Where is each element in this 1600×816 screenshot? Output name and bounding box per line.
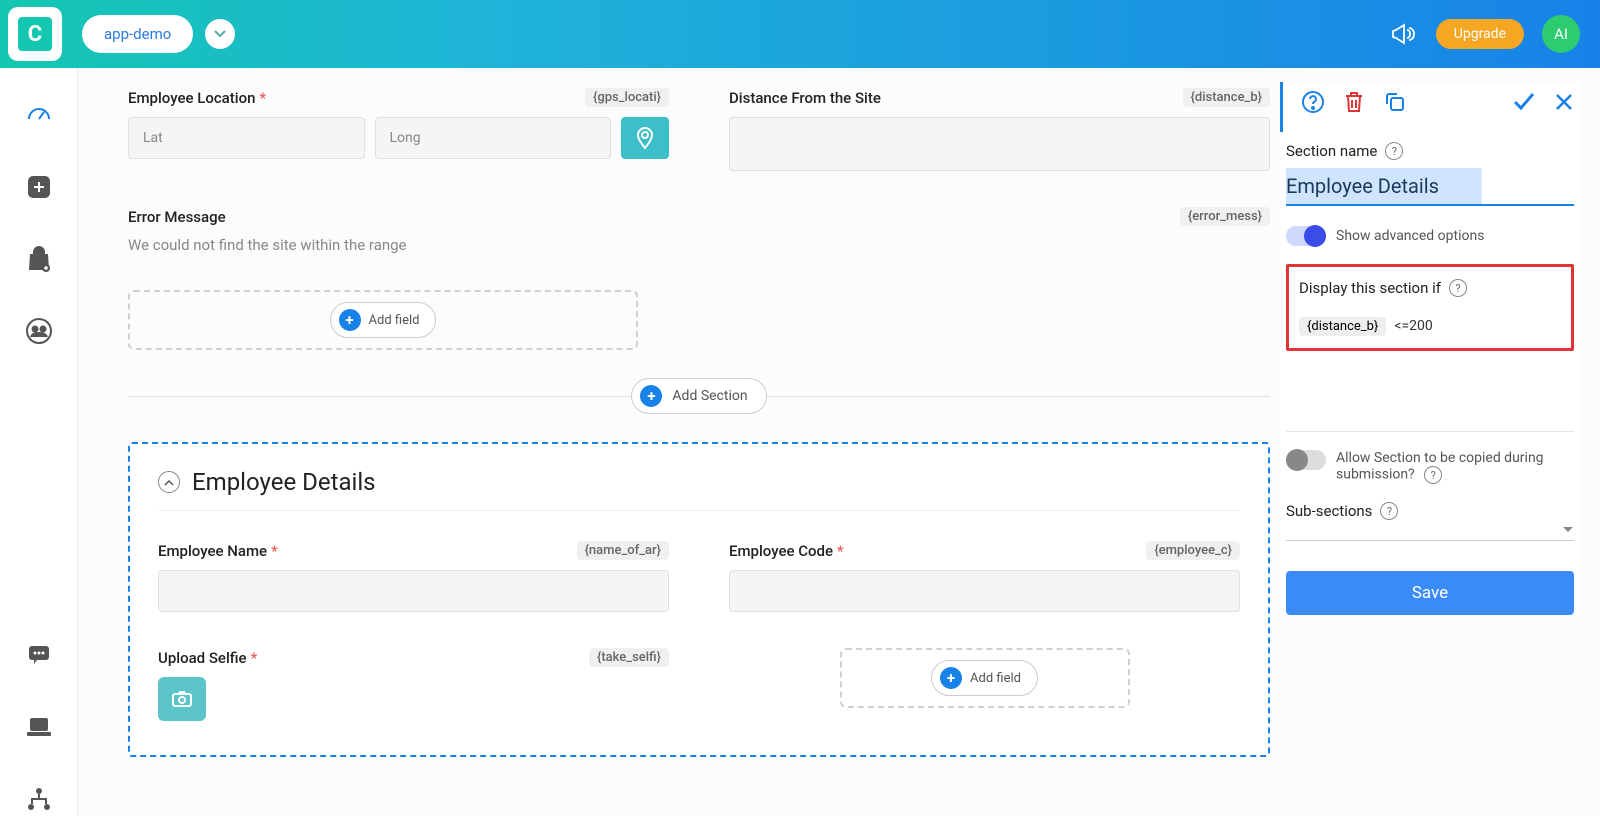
caret-down-icon (1562, 526, 1574, 534)
bag-icon (27, 246, 51, 272)
display-if-label: Display this section if ? (1299, 279, 1561, 297)
close-icon (1554, 92, 1574, 112)
upgrade-button[interactable]: Upgrade (1436, 19, 1524, 49)
help-icon[interactable]: ? (1385, 142, 1403, 160)
error-message-text: We could not find the site within the ra… (128, 236, 1270, 254)
close-button[interactable] (1554, 92, 1574, 112)
add-field-dropzone[interactable]: + Add field (128, 290, 638, 350)
plus-square-icon (26, 174, 52, 200)
save-label: Save (1412, 583, 1448, 603)
pick-location-button[interactable] (621, 117, 669, 159)
field-tag: {distance_b} (1183, 88, 1270, 107)
distance-input[interactable] (729, 117, 1270, 171)
map-pin-icon (635, 126, 655, 150)
field-tag: {gps_locati} (585, 88, 669, 107)
app-logo[interactable]: C (8, 7, 62, 61)
advanced-toggle[interactable] (1286, 226, 1326, 246)
app-header: C app-demo Upgrade AI (0, 0, 1600, 68)
copy-button[interactable] (1383, 90, 1407, 114)
add-field-dropzone[interactable]: + Add field (840, 648, 1130, 708)
add-field-label: Add field (369, 313, 420, 328)
hierarchy-icon (26, 787, 52, 811)
help-icon[interactable]: ? (1380, 502, 1398, 520)
section-name-label: Section name ? (1286, 142, 1574, 160)
announce-icon[interactable] (1390, 23, 1416, 45)
add-section-button[interactable]: + Add Section (631, 378, 766, 414)
chat-icon (27, 644, 51, 666)
plus-icon: + (640, 385, 662, 407)
sidebar-org[interactable] (22, 782, 56, 816)
help-icon[interactable]: ? (1449, 279, 1467, 297)
employee-code-input[interactable] (729, 570, 1240, 612)
field-tag: {take_selfi} (589, 648, 669, 667)
help-icon[interactable]: ? (1424, 466, 1442, 484)
section-name-input[interactable] (1286, 168, 1574, 206)
employee-details-section[interactable]: Employee Details Employee Name* {name_of… (128, 442, 1270, 757)
field-tag: {name_of_ar} (577, 541, 669, 560)
section-header: Employee Details (158, 468, 1240, 511)
camera-button[interactable] (158, 677, 206, 721)
properties-panel: Section name ? Show advanced options Dis… (1280, 82, 1580, 615)
employee-name-label: Employee Name* {name_of_ar} (158, 541, 669, 560)
distance-label: Distance From the Site {distance_b} (729, 88, 1270, 107)
chevron-up-icon (164, 479, 174, 486)
app-name-pill[interactable]: app-demo (82, 15, 193, 53)
upgrade-label: Upgrade (1454, 26, 1506, 42)
employee-location-label: Employee Location* {gps_locati} (128, 88, 669, 107)
camera-icon (171, 690, 193, 708)
condition-variable[interactable]: {distance_b} (1299, 317, 1386, 336)
add-field-label: Add field (970, 671, 1021, 686)
allow-copy-toggle[interactable] (1286, 450, 1326, 470)
condition-expression[interactable]: <=200 (1394, 318, 1432, 334)
check-icon (1512, 92, 1536, 112)
form-builder-canvas: Employee Location* {gps_locati} Distance… (98, 68, 1280, 816)
sidebar-store[interactable] (22, 242, 56, 276)
section-divider: + Add Section (128, 378, 1270, 414)
user-avatar[interactable]: AI (1542, 15, 1580, 53)
sidebar-laptop[interactable] (22, 710, 56, 744)
help-circle-icon (1301, 90, 1325, 114)
save-button[interactable]: Save (1286, 571, 1574, 615)
advanced-label: Show advanced options (1336, 228, 1484, 244)
add-field-button[interactable]: + Add field (330, 302, 437, 338)
field-tag: {employee_c} (1146, 541, 1240, 560)
sub-sections-dropdown[interactable] (1286, 520, 1574, 541)
sidebar-dashboard[interactable] (22, 98, 56, 132)
app-dropdown[interactable] (205, 19, 235, 49)
add-field-button[interactable]: + Add field (931, 660, 1038, 696)
error-message-label: Error Message {error_mess} (128, 207, 1270, 226)
lat-input[interactable] (128, 117, 365, 159)
app-name-label: app-demo (104, 25, 171, 43)
add-section-label: Add Section (672, 388, 747, 404)
trash-icon (1343, 90, 1365, 114)
plus-icon: + (339, 309, 361, 331)
section-title: Employee Details (192, 468, 376, 496)
employee-code-label: Employee Code* {employee_c} (729, 541, 1240, 560)
sidebar-chat[interactable] (22, 638, 56, 672)
laptop-icon (26, 716, 52, 738)
main-area: Employee Location* {gps_locati} Distance… (78, 68, 1600, 816)
left-sidebar (0, 68, 78, 816)
collapse-toggle[interactable] (158, 471, 180, 493)
copy-icon (1383, 90, 1407, 114)
panel-toolbar (1280, 82, 1580, 132)
sidebar-add[interactable] (22, 170, 56, 204)
delete-button[interactable] (1343, 90, 1365, 114)
sub-sections-label: Sub-sections ? (1286, 502, 1574, 520)
plus-icon: + (940, 667, 962, 689)
chevron-down-icon (214, 30, 226, 38)
allow-copy-label: Allow Section to be copied during submis… (1336, 450, 1574, 484)
users-icon (25, 317, 53, 345)
avatar-initials: AI (1554, 25, 1568, 43)
sidebar-users[interactable] (22, 314, 56, 348)
confirm-button[interactable] (1512, 92, 1536, 112)
help-button[interactable] (1301, 90, 1325, 114)
long-input[interactable] (375, 117, 612, 159)
gauge-icon (25, 101, 53, 129)
upload-selfie-label: Upload Selfie* {take_selfi} (158, 648, 669, 667)
employee-name-input[interactable] (158, 570, 669, 612)
display-condition-box: Display this section if ? {distance_b} <… (1286, 264, 1574, 351)
field-tag: {error_mess} (1180, 207, 1270, 226)
